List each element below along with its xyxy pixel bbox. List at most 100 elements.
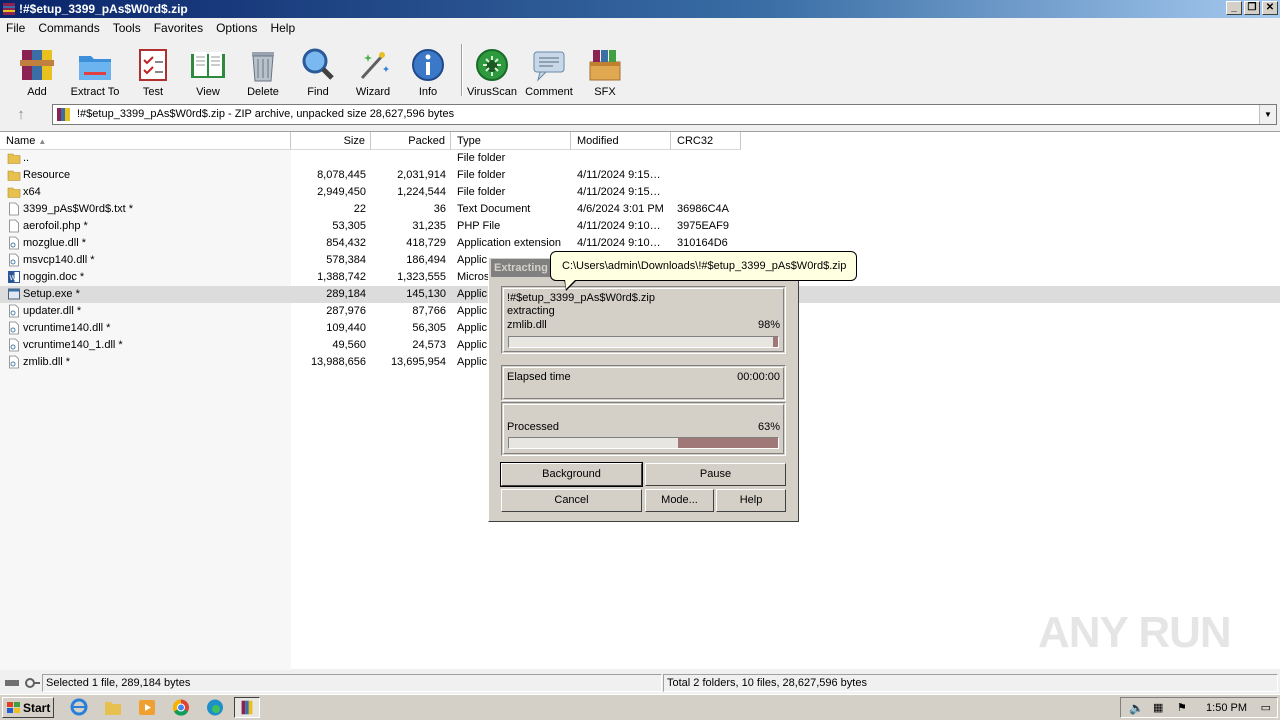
extract-to-button[interactable]: Extract To — [67, 42, 123, 98]
find-button[interactable]: Find — [290, 42, 346, 98]
elapsed-group: Elapsed time 00:00:00 — [501, 365, 786, 401]
file-modified: 4/11/2024 9:10… — [577, 237, 661, 249]
status-totals: Total 2 folders, 10 files, 28,627,596 by… — [663, 674, 1278, 692]
file-packed: 31,235 — [412, 220, 446, 232]
column-header-type[interactable]: Type — [451, 132, 571, 150]
column-header-crc32[interactable]: CRC32 — [671, 132, 741, 150]
file-crc32: 3975EAF9 — [677, 220, 729, 232]
virusscan-label: VirusScan — [467, 86, 517, 98]
drive-key-icon — [5, 678, 40, 688]
chrome-icon[interactable] — [168, 697, 194, 718]
file-name: Setup.exe * — [23, 288, 80, 300]
title-bar[interactable]: !#$etup_3399_pAs$W0rd$.zip _ ❐ ✕ — [0, 0, 1280, 18]
address-dropdown-icon[interactable]: ▼ — [1259, 105, 1276, 124]
file-name: noggin.doc * — [23, 271, 85, 283]
media-player-icon[interactable] — [134, 697, 160, 718]
start-button[interactable]: Start — [2, 697, 54, 718]
column-header-packed[interactable]: Packed — [371, 132, 451, 150]
file-percent: 98% — [757, 319, 780, 331]
file-type: File folder — [457, 169, 506, 181]
mode-button[interactable]: Mode... — [645, 489, 714, 512]
winrar-app-icon[interactable] — [2, 2, 16, 16]
file-size: 287,976 — [326, 305, 366, 317]
file-packed: 186,494 — [406, 254, 446, 266]
processed-progress-bar — [508, 437, 779, 449]
file-row[interactable]: .. File folder — [0, 150, 1280, 167]
wizard-button[interactable]: Wizard — [345, 42, 401, 98]
cancel-button[interactable]: Cancel — [501, 489, 642, 512]
file-name: updater.dll * — [23, 305, 82, 317]
test-button[interactable]: Test — [125, 42, 181, 98]
column-header-size[interactable]: Size — [291, 132, 371, 150]
file-size: 13,988,656 — [310, 356, 366, 368]
file-size: 49,560 — [332, 339, 366, 351]
file-size: 53,305 — [332, 220, 366, 232]
file-row[interactable]: Resource 8,078,445 2,031,914 File folder 4/1… — [0, 167, 1280, 184]
file-row[interactable]: x64 2,949,450 1,224,544 File folder 4/11/202… — [0, 184, 1280, 201]
file-size: 109,440 — [326, 322, 366, 334]
comment-label: Comment — [525, 86, 573, 98]
sfx-box-icon — [589, 50, 621, 81]
system-tray: 🔈 ▦ ⚑ 1:50 PM ▭ — [1120, 697, 1278, 718]
menu-file[interactable]: File — [0, 18, 32, 38]
extract-folder-icon — [79, 56, 111, 80]
file-modified: 4/6/2024 3:01 PM — [577, 203, 664, 215]
info-button[interactable]: Info — [400, 42, 456, 98]
network-icon[interactable]: ▦ — [1153, 701, 1163, 714]
menu-help[interactable]: Help — [264, 18, 302, 38]
virusscan-button[interactable]: VirusScan — [464, 42, 520, 98]
show-desktop-icon[interactable]: ▭ — [1261, 701, 1271, 714]
file-size: 1,388,742 — [317, 271, 366, 283]
file-packed: 145,130 — [406, 288, 446, 300]
file-progress-fill — [772, 337, 778, 347]
file-row[interactable]: aerofoil.php * 53,305 31,235 PHP File 4/11/2… — [0, 218, 1280, 235]
column-header-modified[interactable]: Modified — [571, 132, 671, 150]
file-size: 8,078,445 — [317, 169, 366, 181]
dll-file-icon — [9, 253, 19, 267]
winrar-icon[interactable] — [234, 697, 260, 718]
dll-file-icon — [9, 321, 19, 335]
file-row[interactable]: mozglue.dll * 854,432 418,729 Application e… — [0, 235, 1280, 252]
file-name: mozglue.dll * — [23, 237, 86, 249]
menu-options[interactable]: Options — [210, 18, 264, 38]
address-bar[interactable]: !#$etup_3399_pAs$W0rd$.zip - ZIP archive… — [52, 104, 1277, 125]
up-arrow-icon[interactable]: ↑ — [10, 105, 32, 125]
dll-file-icon — [9, 338, 19, 352]
processed-percent: 63% — [757, 421, 780, 433]
restore-button[interactable]: ❐ — [1244, 1, 1260, 15]
pause-button[interactable]: Pause — [645, 463, 786, 486]
file-name: vcruntime140_1.dll * — [23, 339, 123, 351]
delete-label: Delete — [247, 86, 279, 98]
file-packed: 36 — [433, 203, 446, 215]
explorer-icon[interactable] — [100, 697, 126, 718]
exe-file-icon — [8, 288, 20, 300]
file-packed: 2,031,914 — [397, 169, 446, 181]
test-label: Test — [142, 86, 164, 98]
menu-commands[interactable]: Commands — [32, 18, 106, 38]
sfx-button[interactable]: SFX — [577, 42, 633, 98]
delete-button[interactable]: Delete — [235, 42, 291, 98]
comment-button[interactable]: Comment — [521, 42, 577, 98]
volume-icon[interactable]: 🔈 — [1129, 701, 1144, 715]
file-type: File folder — [457, 186, 506, 198]
close-button[interactable]: ✕ — [1262, 1, 1278, 15]
file-size: 22 — [353, 203, 366, 215]
ie-icon[interactable] — [66, 697, 92, 718]
add-archive-icon — [20, 50, 54, 80]
column-header-name[interactable]: Name ▲ — [0, 132, 291, 150]
file-name: Resource — [23, 169, 71, 181]
add-button[interactable]: Add — [9, 42, 65, 98]
extracting-dialog[interactable]: Extracting !#$etup_3399_pAs$W0rd$.zip ex… — [488, 257, 799, 522]
menu-tools[interactable]: Tools — [107, 18, 148, 38]
file-row[interactable]: 3399_pAs$W0rd$.txt * 22 36 Text Document 4/6… — [0, 201, 1280, 218]
help-button[interactable]: Help — [716, 489, 786, 512]
edge-icon[interactable] — [202, 697, 228, 718]
view-button[interactable]: View — [180, 42, 236, 98]
minimize-button[interactable]: _ — [1226, 1, 1242, 15]
current-file: zmlib.dll — [507, 319, 547, 331]
processed-group: Processed 63% — [501, 402, 786, 456]
start-label: Start — [23, 701, 51, 715]
action-center-flag-icon[interactable]: ⚑ — [1177, 701, 1187, 714]
menu-favorites[interactable]: Favorites — [148, 18, 210, 38]
background-button[interactable]: Background — [500, 462, 643, 487]
